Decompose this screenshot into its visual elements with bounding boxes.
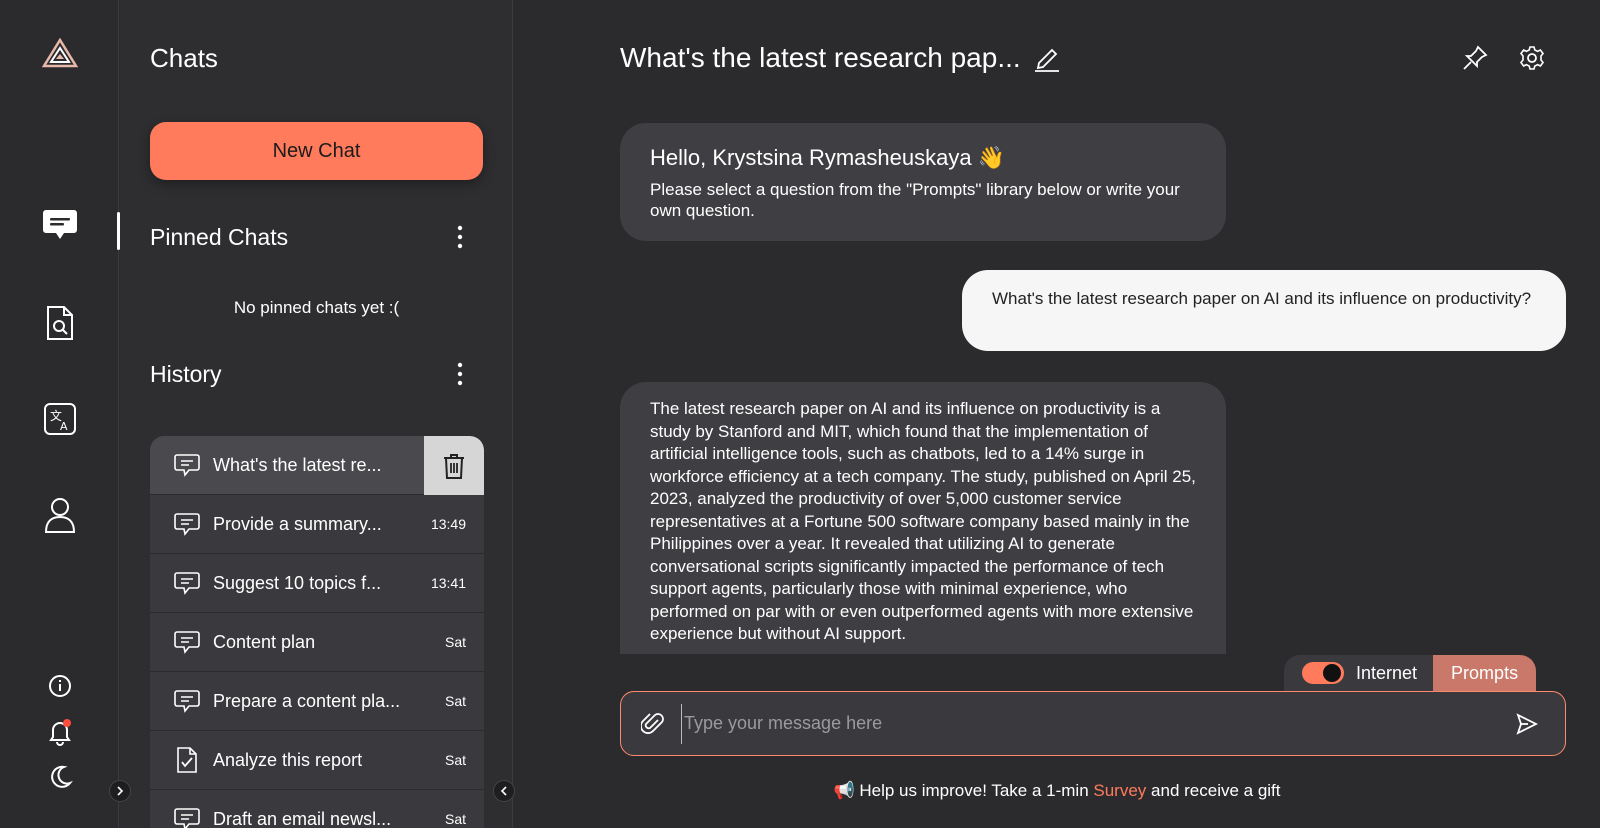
internet-switch[interactable]	[1302, 662, 1344, 684]
user-message: What's the latest research paper on AI a…	[962, 270, 1566, 351]
assistant-message: The latest research paper on AI and its …	[620, 382, 1226, 654]
trash-icon	[444, 453, 464, 479]
translate-icon[interactable]: 文A	[35, 394, 85, 444]
feedback-text-prefix: 📢 Help us improve! Take a 1-min	[833, 781, 1094, 800]
send-icon[interactable]	[1507, 704, 1547, 744]
collapse-panel-button[interactable]	[493, 780, 515, 802]
gear-icon[interactable]	[1516, 42, 1548, 74]
history-item[interactable]: Prepare a content pla... Sat	[150, 672, 484, 731]
history-item-label: Prepare a content pla...	[213, 690, 401, 711]
pin-icon[interactable]	[1459, 42, 1491, 74]
pinned-menu-icon[interactable]	[445, 222, 475, 252]
greeting-text: Please select a question from the "Promp…	[650, 180, 1180, 220]
input-toggles: Internet Prompts	[1284, 655, 1537, 691]
history-item-time: Sat	[444, 634, 466, 650]
pinned-empty-text: No pinned chats yet :(	[233, 298, 400, 317]
chat-icon[interactable]	[35, 200, 85, 250]
user-icon[interactable]	[35, 490, 85, 540]
internet-label: Internet	[1356, 662, 1418, 683]
history-item-label: Analyze this report	[213, 749, 363, 770]
history-heading: History	[150, 361, 222, 387]
chevron-left-icon	[500, 786, 507, 796]
internet-toggle[interactable]: Internet	[1284, 655, 1434, 691]
panel-title: Chats	[150, 43, 218, 73]
delete-chat-button[interactable]	[424, 436, 484, 495]
svg-text:A: A	[60, 420, 68, 433]
chat-bubble-icon	[172, 450, 202, 480]
pencil-icon[interactable]	[1032, 42, 1062, 74]
paperclip-icon[interactable]	[633, 704, 673, 744]
history-item-time: Sat	[444, 752, 466, 768]
history-item-label: Provide a summary...	[213, 513, 382, 534]
chevron-right-icon	[117, 786, 124, 796]
history-menu-icon[interactable]	[445, 359, 475, 389]
chat-bubble-icon	[172, 686, 202, 716]
history-list: What's the latest re... Provide a summar…	[150, 436, 484, 828]
feedback-banner: 📢 Help us improve! Take a 1-min Survey a…	[514, 781, 1600, 801]
history-item-label: Suggest 10 topics f...	[213, 572, 382, 593]
history-item-time: Sat	[444, 811, 466, 827]
bell-icon[interactable]	[35, 707, 85, 757]
history-item-label: Draft an email newsl...	[213, 808, 392, 828]
chat-bubble-icon	[172, 509, 202, 539]
message-composer	[620, 691, 1566, 756]
feedback-text-suffix: and receive a gift	[1146, 781, 1281, 800]
document-search-icon[interactable]	[35, 298, 85, 348]
main-chat-area: What's the latest research pap... Hello,…	[514, 0, 1600, 828]
message-input[interactable]	[681, 703, 1507, 744]
history-item[interactable]: Analyze this report Sat	[150, 731, 484, 790]
history-item[interactable]: Suggest 10 topics f... 13:41	[150, 554, 484, 613]
new-chat-button[interactable]: New Chat	[150, 122, 483, 180]
history-item-label: Content plan	[213, 631, 316, 652]
history-item[interactable]: Provide a summary... 13:49	[150, 495, 484, 554]
chat-title: What's the latest research pap...	[620, 42, 1021, 73]
expand-rail-button[interactable]	[109, 780, 131, 802]
history-item[interactable]: What's the latest re...	[150, 436, 484, 495]
history-item-label: What's the latest re...	[213, 454, 382, 475]
history-item[interactable]: Draft an email newsl... Sat	[150, 790, 484, 828]
switch-knob	[1323, 664, 1341, 682]
chats-panel: Chats New Chat Pinned Chats No pinned ch…	[120, 0, 513, 828]
chat-bubble-icon	[172, 804, 202, 828]
prompts-tab[interactable]: Prompts	[1433, 655, 1537, 691]
history-item-time: 13:41	[430, 575, 466, 591]
history-item-time: Sat	[444, 693, 466, 709]
history-item-time: 13:49	[430, 516, 466, 532]
moon-icon[interactable]	[35, 752, 85, 802]
triangle-logo-icon[interactable]	[35, 28, 85, 78]
pinned-chats-heading: Pinned Chats	[150, 224, 289, 250]
chat-bubble-icon	[172, 627, 202, 657]
document-check-icon	[172, 745, 202, 775]
greeting-title: Hello, Krystsina Rymasheuskaya 👋	[650, 145, 1006, 170]
chat-bubble-icon	[172, 568, 202, 598]
greeting-bubble: Hello, Krystsina Rymasheuskaya 👋 Please …	[620, 123, 1226, 241]
icon-rail: 文A	[0, 0, 120, 828]
survey-link[interactable]: Survey	[1093, 781, 1146, 800]
history-item[interactable]: Content plan Sat	[150, 613, 484, 672]
info-icon[interactable]	[35, 661, 85, 711]
